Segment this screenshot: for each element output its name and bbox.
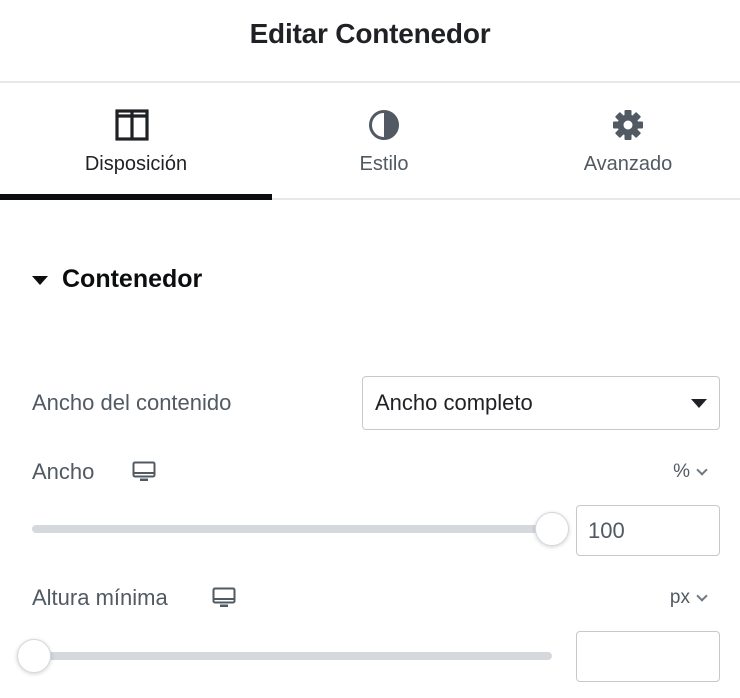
columns-icon (114, 107, 150, 143)
min-height-slider-handle[interactable] (17, 639, 51, 673)
unit-label: % (673, 461, 690, 482)
chevron-down-icon (696, 463, 708, 476)
caret-down-icon (691, 399, 707, 408)
tab-label: Avanzado (583, 153, 673, 175)
tab-avanzado[interactable]: Avanzado (496, 83, 740, 198)
width-label: Ancho (32, 459, 95, 484)
min-height-unit-select[interactable]: px (669, 587, 708, 609)
panel-title: Editar Contenedor (249, 18, 491, 49)
min-height-label: Altura mínima (32, 585, 168, 610)
chevron-down-icon (696, 589, 708, 602)
section-title: Contenedor (62, 264, 203, 293)
tab-estilo[interactable]: Estilo (272, 83, 496, 198)
width-input[interactable] (576, 505, 720, 556)
width-slider-handle[interactable] (535, 512, 569, 546)
panel-header: Editar Contenedor (0, 0, 740, 83)
min-height-input[interactable] (576, 631, 720, 682)
content-width-label: Ancho del contenido (32, 390, 232, 415)
contrast-icon (366, 107, 402, 143)
content-width-value: Ancho completo (375, 390, 533, 415)
desktop-icon[interactable] (212, 587, 236, 609)
tab-disposicion[interactable]: Disposición (0, 83, 272, 200)
min-height-slider-track[interactable] (32, 652, 552, 660)
width-unit-select[interactable]: % (673, 461, 708, 483)
tab-bar: Disposición Estilo Avanzado (0, 83, 740, 200)
content-width-select[interactable]: Ancho completo (362, 376, 720, 430)
tab-label: Disposición (84, 153, 188, 175)
section-toggle-contenedor[interactable]: Contenedor (32, 262, 202, 296)
width-slider-track[interactable] (32, 525, 552, 533)
tab-label: Estilo (359, 153, 409, 175)
unit-label: px (669, 587, 690, 608)
gear-icon (610, 107, 646, 143)
desktop-icon[interactable] (132, 461, 156, 483)
caret-down-icon (32, 275, 48, 285)
